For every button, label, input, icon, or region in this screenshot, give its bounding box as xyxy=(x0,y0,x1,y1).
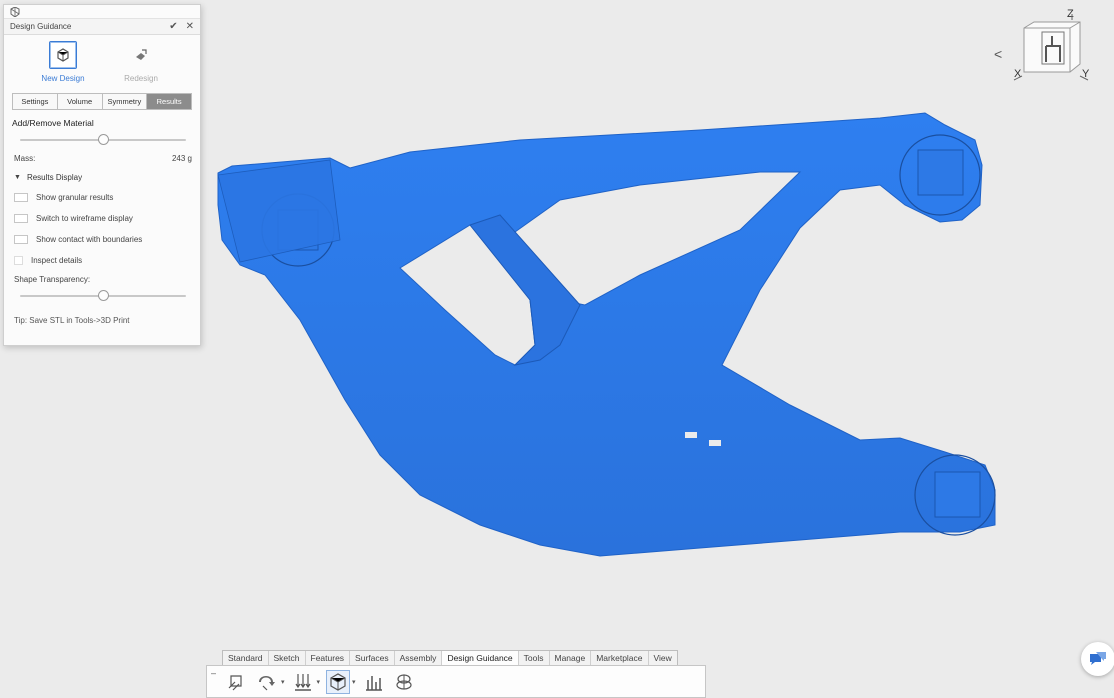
ribbon-tabs: Standard Sketch Features Surfaces Assemb… xyxy=(222,650,678,665)
design-guidance-icon xyxy=(10,6,20,18)
results-display-toggle[interactable]: ▼ Results Display xyxy=(14,173,192,182)
shape-transparency-slider[interactable] xyxy=(20,290,186,302)
mesh-settings-icon xyxy=(395,674,412,690)
ribbon-tab-tools[interactable]: Tools xyxy=(519,651,550,665)
checkbox-label: Inspect details xyxy=(31,255,83,265)
mass-label: Mass: xyxy=(14,154,36,163)
checkbox-wireframe-display[interactable]: Switch to wireframe display xyxy=(14,212,192,224)
ribbon-tab-design-guidance[interactable]: Design Guidance xyxy=(442,651,519,665)
redesign-icon xyxy=(136,49,147,60)
checkbox-box[interactable] xyxy=(14,255,23,265)
checkbox-label: Show contact with boundaries xyxy=(36,234,143,244)
slider-thumb[interactable] xyxy=(98,290,109,301)
redesign-label: Redesign xyxy=(124,74,158,83)
ribbon-tab-marketplace[interactable]: Marketplace xyxy=(591,651,649,665)
view-cube[interactable]: < Z X Y xyxy=(992,6,1102,90)
ribbon-tab-view[interactable]: View xyxy=(649,651,677,665)
tip-text: Tip: Save STL in Tools->3D Print xyxy=(14,316,130,325)
checkbox-show-granular-results[interactable]: Show granular results xyxy=(14,191,192,203)
design-space-tool[interactable] xyxy=(326,670,351,694)
tab-results[interactable]: Results xyxy=(147,94,191,109)
checkbox-box[interactable] xyxy=(14,192,28,202)
loads-tool[interactable] xyxy=(255,670,279,694)
chevron-down-icon[interactable]: ▾ xyxy=(352,678,356,686)
checkbox-contact-boundaries[interactable]: Show contact with boundaries xyxy=(14,233,192,245)
ribbon-tab-manage[interactable]: Manage xyxy=(550,651,592,665)
ribbon-tab-features[interactable]: Features xyxy=(306,651,351,665)
ribbon-tab-standard[interactable]: Standard xyxy=(223,651,269,665)
triangle-down-icon: ▼ xyxy=(14,174,21,181)
optimized-part-body xyxy=(217,112,996,557)
add-remove-material-slider[interactable] xyxy=(20,134,186,146)
boundary-conditions-icon xyxy=(228,675,242,691)
view-cube-icon xyxy=(1013,14,1089,81)
check-icon[interactable]: ✔ xyxy=(169,21,177,32)
panel-title: Design Guidance xyxy=(10,22,72,31)
new-design-button[interactable]: New Design xyxy=(28,41,98,89)
checkbox-box[interactable] xyxy=(14,213,28,223)
chat-bubble-icon xyxy=(1090,652,1106,665)
mode-selector: New Design Redesign xyxy=(4,35,200,93)
chevron-down-icon[interactable]: ▾ xyxy=(317,678,321,686)
redesign-button[interactable]: Redesign xyxy=(106,41,176,89)
tab-symmetry[interactable]: Symmetry xyxy=(102,94,148,109)
boundary-conditions-tool[interactable] xyxy=(225,670,249,694)
ribbon-tab-assembly[interactable]: Assembly xyxy=(395,651,443,665)
close-icon[interactable]: ✕ xyxy=(186,21,194,32)
loads-icon xyxy=(259,676,275,691)
checkbox-inspect-details[interactable]: Inspect details xyxy=(14,254,192,266)
new-design-icon xyxy=(57,48,69,62)
mass-row: Mass: 243 g xyxy=(14,154,192,163)
chevron-down-icon[interactable]: ▾ xyxy=(281,678,285,686)
tab-volume[interactable]: Volume xyxy=(57,94,103,109)
mass-value: 243 g xyxy=(171,154,192,163)
slider-thumb[interactable] xyxy=(98,134,109,145)
ribbon-collapse-button[interactable]: – xyxy=(211,668,216,678)
checkbox-label: Switch to wireframe display xyxy=(36,213,133,223)
results-display-label: Results Display xyxy=(26,173,83,182)
panel-icon-row xyxy=(4,5,200,19)
ribbon-toolbar: – ▾ ▾ ▾ xyxy=(206,665,706,698)
panel-tabs: Settings Volume Symmetry Results xyxy=(12,93,192,110)
shape-transparency-label: Shape Transparency: xyxy=(14,275,91,284)
new-design-label: New Design xyxy=(41,74,85,83)
ribbon-tab-sketch[interactable]: Sketch xyxy=(269,651,306,665)
chat-support-button[interactable] xyxy=(1081,642,1114,676)
results-chart-tool[interactable] xyxy=(362,670,386,694)
tab-settings[interactable]: Settings xyxy=(13,94,58,109)
design-guidance-panel: Design Guidance ✔ ✕ New Design Redesign … xyxy=(3,4,201,346)
mesh-settings-tool[interactable] xyxy=(392,670,416,694)
ribbon-tab-surfaces[interactable]: Surfaces xyxy=(350,651,395,665)
checkbox-label: Show granular results xyxy=(36,192,114,202)
results-chart-icon xyxy=(365,676,382,691)
checkbox-box[interactable] xyxy=(14,234,28,244)
panel-title-bar: Design Guidance ✔ ✕ xyxy=(4,19,200,35)
design-space-icon xyxy=(330,673,346,691)
load-case-tool[interactable] xyxy=(291,670,315,694)
add-remove-material-label: Add/Remove Material xyxy=(12,118,94,128)
load-case-icon xyxy=(294,674,311,691)
